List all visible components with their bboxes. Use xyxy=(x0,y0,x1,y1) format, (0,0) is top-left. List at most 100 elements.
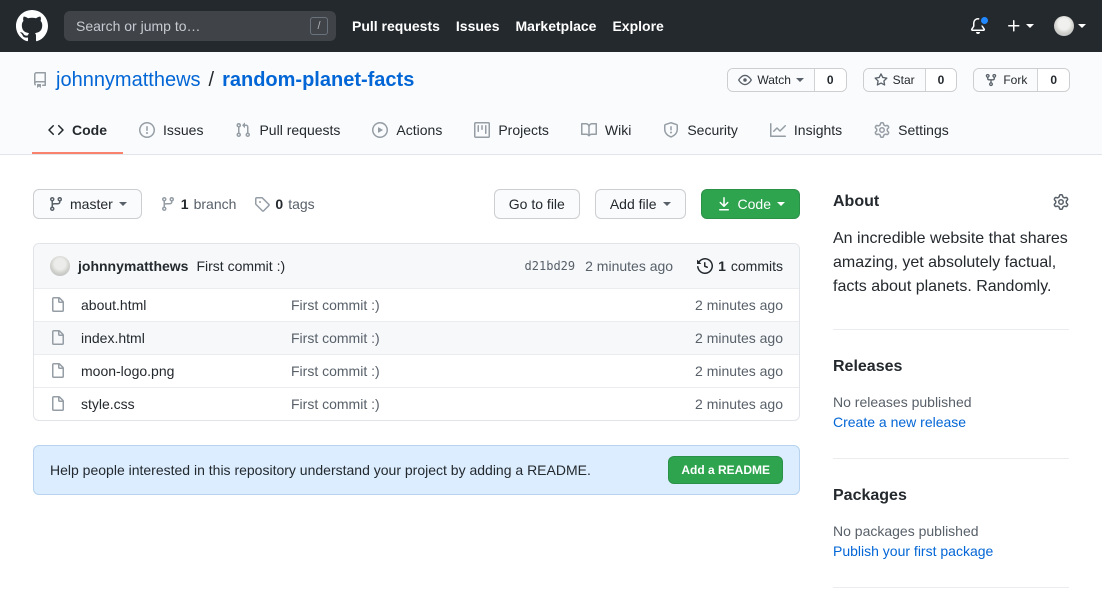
repo-tabs: Code Issues Pull requests Actions Projec… xyxy=(32,108,1070,154)
tab-issues[interactable]: Issues xyxy=(123,108,219,154)
code-download-button[interactable]: Code xyxy=(701,189,800,219)
tab-projects[interactable]: Projects xyxy=(458,108,565,154)
commit-hash-link[interactable]: d21bd29 xyxy=(525,259,576,273)
watch-button[interactable]: Watch 0 xyxy=(727,68,846,92)
commit-author-link[interactable]: johnnymatthews xyxy=(78,258,188,274)
tag-count-label: tags xyxy=(288,196,314,212)
issue-opened-icon xyxy=(139,122,155,138)
header-search: / xyxy=(64,11,336,41)
tab-actions[interactable]: Actions xyxy=(356,108,458,154)
chevron-down-icon xyxy=(777,202,785,206)
avatar[interactable] xyxy=(50,256,70,276)
file-commit-message[interactable]: First commit :) xyxy=(291,297,695,313)
repo-header: johnnymatthews / random-planet-facts Wat… xyxy=(0,52,1102,155)
branches-link[interactable]: 1 branch xyxy=(160,196,237,212)
file-name-link[interactable]: about.html xyxy=(81,297,291,313)
repo-sidebar: About An incredible website that shares … xyxy=(833,189,1069,588)
github-logo-icon[interactable] xyxy=(16,10,48,42)
commit-message-link[interactable]: First commit :) xyxy=(196,258,285,274)
nav-marketplace[interactable]: Marketplace xyxy=(516,18,597,34)
repo-owner-link[interactable]: johnnymatthews xyxy=(56,69,201,92)
tab-label: Code xyxy=(72,122,107,138)
watch-count[interactable]: 0 xyxy=(814,69,846,91)
tab-settings[interactable]: Settings xyxy=(858,108,965,154)
nav-pull-requests[interactable]: Pull requests xyxy=(352,18,440,34)
table-row[interactable]: style.css First commit :) 2 minutes ago xyxy=(34,387,799,420)
add-file-button[interactable]: Add file xyxy=(595,189,686,219)
fork-icon xyxy=(984,73,998,87)
tab-security[interactable]: Security xyxy=(647,108,754,154)
nav-explore[interactable]: Explore xyxy=(612,18,663,34)
tab-code[interactable]: Code xyxy=(32,108,123,154)
search-input[interactable] xyxy=(64,11,336,41)
tab-label: Settings xyxy=(898,122,949,138)
file-icon xyxy=(50,396,66,412)
publish-package-link[interactable]: Publish your first package xyxy=(833,543,1069,559)
file-name-link[interactable]: style.css xyxy=(81,396,291,412)
branch-toolbar: master 1 branch 0 tags Go to file xyxy=(33,189,800,219)
packages-title: Packages xyxy=(833,487,1069,505)
tags-link[interactable]: 0 tags xyxy=(254,196,314,212)
create-release-link[interactable]: Create a new release xyxy=(833,414,1069,430)
commits-history-link[interactable]: 1 commits xyxy=(697,258,783,274)
releases-empty-text: No releases published xyxy=(833,394,1069,410)
repo-icon xyxy=(32,72,48,88)
file-icon xyxy=(50,297,66,313)
file-name-link[interactable]: index.html xyxy=(81,330,291,346)
packages-section: Packages No packages published Publish y… xyxy=(833,458,1069,587)
current-branch-label: master xyxy=(70,196,113,212)
fork-count[interactable]: 0 xyxy=(1037,69,1069,91)
breadcrumb: johnnymatthews / random-planet-facts xyxy=(32,69,414,92)
nav-issues[interactable]: Issues xyxy=(456,18,500,34)
download-icon xyxy=(716,196,732,212)
tab-label: Actions xyxy=(396,122,442,138)
play-icon xyxy=(372,122,388,138)
tab-insights[interactable]: Insights xyxy=(754,108,858,154)
file-commit-message[interactable]: First commit :) xyxy=(291,396,695,412)
file-commit-message[interactable]: First commit :) xyxy=(291,330,695,346)
sidebar-divider xyxy=(833,587,1069,588)
tab-wiki[interactable]: Wiki xyxy=(565,108,647,154)
top-nav: / Pull requests Issues Marketplace Explo… xyxy=(0,0,1102,52)
branch-select-button[interactable]: master xyxy=(33,189,142,219)
notifications-button[interactable] xyxy=(970,18,986,34)
star-button[interactable]: Star 0 xyxy=(863,68,958,92)
file-commit-message[interactable]: First commit :) xyxy=(291,363,695,379)
commit-meta: d21bd29 2 minutes ago 1 commits xyxy=(525,258,783,274)
about-description: An incredible website that shares amazin… xyxy=(833,227,1069,299)
table-row[interactable]: about.html First commit :) 2 minutes ago xyxy=(34,288,799,321)
go-to-file-button[interactable]: Go to file xyxy=(494,189,580,219)
breadcrumb-separator: / xyxy=(209,69,215,92)
file-commit-time: 2 minutes ago xyxy=(695,297,783,313)
create-new-button[interactable] xyxy=(1006,18,1034,34)
repo-name-link[interactable]: random-planet-facts xyxy=(222,69,414,92)
project-icon xyxy=(474,122,490,138)
header-right xyxy=(970,16,1086,36)
notification-dot xyxy=(979,15,990,26)
code-button-label: Code xyxy=(738,196,771,212)
packages-empty-text: No packages published xyxy=(833,523,1069,539)
table-row[interactable]: moon-logo.png First commit :) 2 minutes … xyxy=(34,354,799,387)
fork-label: Fork xyxy=(1003,73,1027,87)
star-count[interactable]: 0 xyxy=(925,69,957,91)
tag-icon xyxy=(254,196,270,212)
header-nav-links: Pull requests Issues Marketplace Explore xyxy=(352,18,664,34)
add-readme-button[interactable]: Add a README xyxy=(668,456,783,484)
chevron-down-icon xyxy=(796,78,804,82)
tab-pull-requests[interactable]: Pull requests xyxy=(219,108,356,154)
code-icon xyxy=(48,122,64,138)
table-row[interactable]: index.html First commit :) 2 minutes ago xyxy=(34,321,799,354)
file-icon xyxy=(50,363,66,379)
tab-label: Wiki xyxy=(605,122,631,138)
toolbar-actions: Go to file Add file Code xyxy=(494,189,800,219)
plus-icon xyxy=(1006,18,1022,34)
pull-request-icon xyxy=(235,122,251,138)
file-commit-time: 2 minutes ago xyxy=(695,330,783,346)
tag-count: 0 xyxy=(275,196,283,212)
commits-count: 1 xyxy=(718,258,726,274)
add-file-label: Add file xyxy=(610,196,657,212)
file-name-link[interactable]: moon-logo.png xyxy=(81,363,291,379)
user-menu-button[interactable] xyxy=(1054,16,1086,36)
fork-button[interactable]: Fork 0 xyxy=(973,68,1070,92)
gear-icon[interactable] xyxy=(1053,194,1069,210)
